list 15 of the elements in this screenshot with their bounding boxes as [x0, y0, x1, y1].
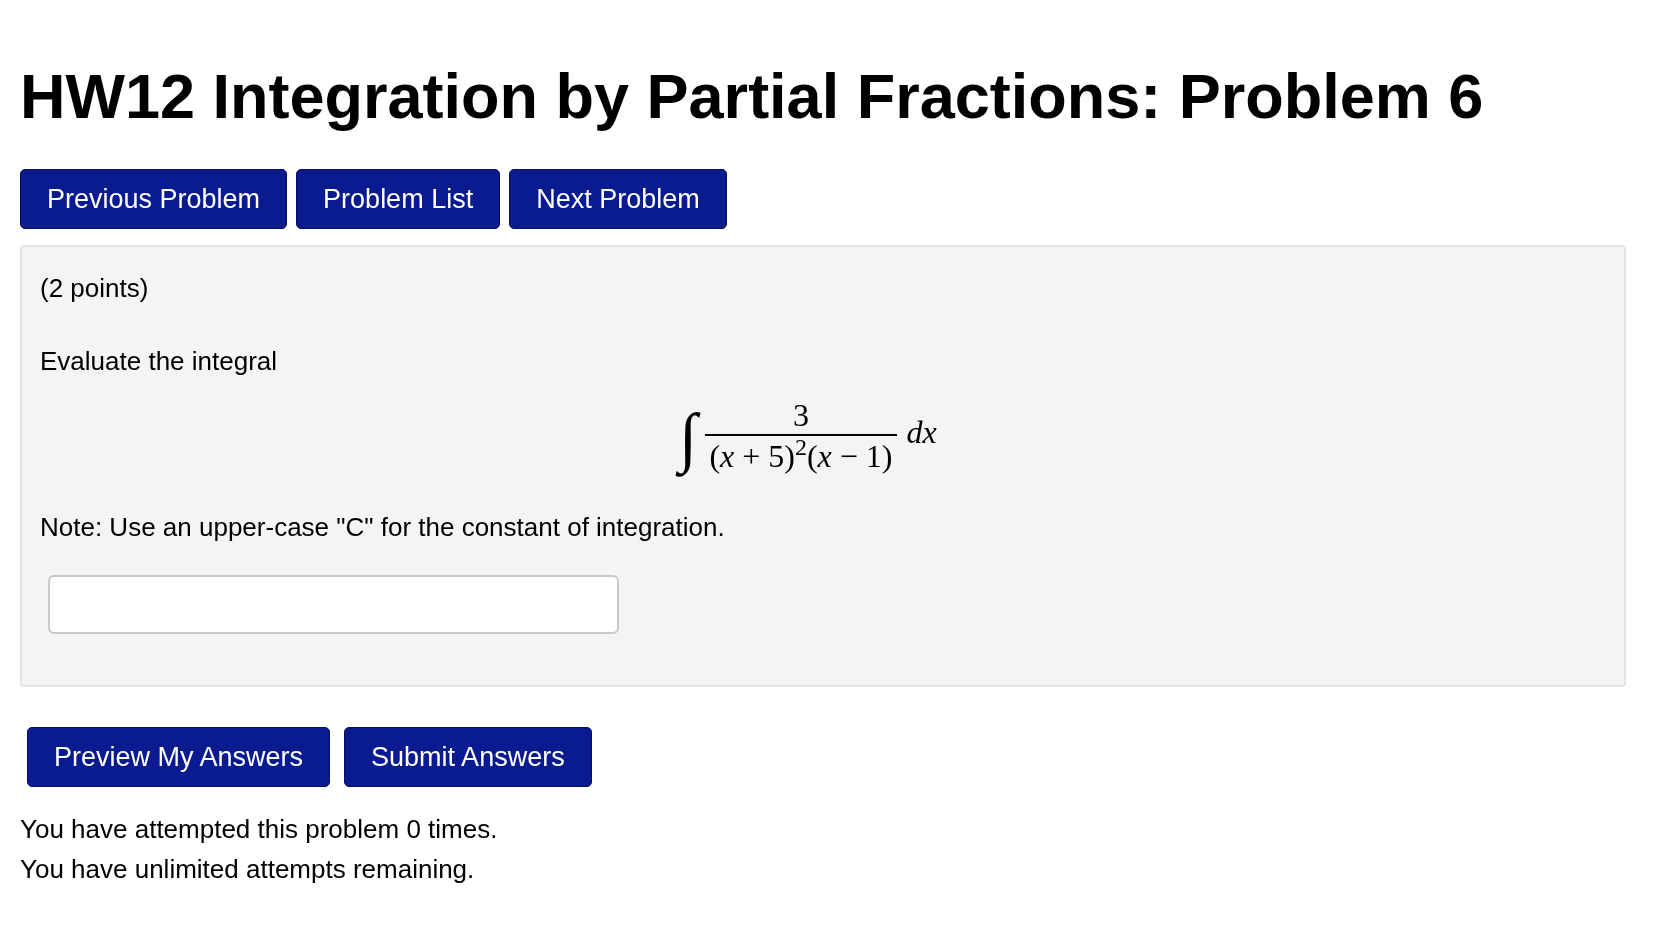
nav-button[interactable]: Problem List: [296, 169, 501, 230]
denominator: (x + 5)$^{2}$(x − 1): [708, 436, 894, 477]
answer-field[interactable]: [48, 575, 619, 635]
attempts-text: You have attempted this problem 0 times.: [20, 813, 499, 847]
page-title: HW12 Integration by Partial Fractions: Problem 6: [20, 62, 1485, 132]
prompt-text: Evaluate the integral: [40, 345, 279, 379]
points-text: (2 points): [40, 272, 150, 306]
differential: dx: [906, 412, 937, 452]
numerator: 3: [791, 395, 810, 435]
action-button[interactable]: Preview My Answers: [27, 727, 331, 788]
action-button[interactable]: Submit Answers: [344, 727, 592, 788]
nav-button[interactable]: Previous Problem: [20, 169, 288, 230]
attempts-text: You have unlimited attempts remaining.: [20, 853, 476, 887]
nav-button[interactable]: Next Problem: [509, 169, 727, 230]
note-text: Note: Use an upper-case "C" for the constant of integration.: [40, 511, 726, 545]
